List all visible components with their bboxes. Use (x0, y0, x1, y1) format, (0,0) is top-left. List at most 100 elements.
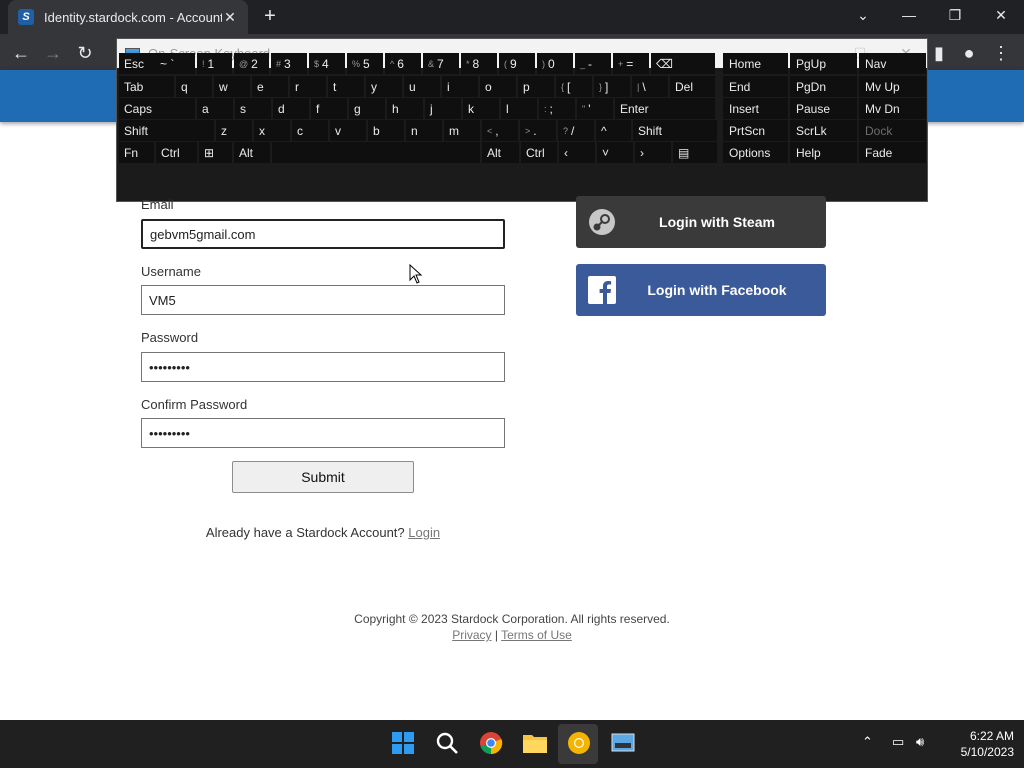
search-icon[interactable] (434, 730, 460, 756)
osk-key[interactable]: j (425, 98, 461, 119)
menu-icon[interactable]: ⋮ (990, 42, 1012, 64)
osk-nav-key[interactable]: Dock (859, 120, 926, 141)
osk-key[interactable]: ^ 6 (385, 53, 421, 74)
osk-key[interactable]: % 5 (347, 53, 383, 74)
submit-button[interactable]: Submit (232, 461, 414, 493)
osk-nav-key[interactable]: Home (723, 53, 788, 74)
restore-button[interactable]: ❐ (932, 0, 978, 30)
osk-key[interactable]: Alt (234, 142, 270, 163)
osk-key[interactable]: <, (482, 120, 518, 141)
osk-key[interactable]: f (311, 98, 347, 119)
new-tab-button[interactable]: + (259, 5, 281, 27)
osk-key[interactable]: @2 (234, 53, 269, 74)
volume-icon[interactable]: 🔊︎ (916, 734, 924, 750)
osk-key[interactable]: & 7 (423, 53, 459, 74)
osk-key[interactable]: e (252, 76, 288, 97)
osk-nav-key[interactable]: End (723, 76, 788, 97)
on-screen-keyboard-app-icon[interactable] (610, 730, 636, 756)
osk-key[interactable]: s (235, 98, 271, 119)
osk-nav-key[interactable]: PrtScn (723, 120, 788, 141)
osk-key[interactable]: k (463, 98, 499, 119)
close-window-button[interactable]: ✕ (978, 0, 1024, 30)
osk-key[interactable]: i (442, 76, 478, 97)
osk-key[interactable]: ! 1 (197, 53, 232, 74)
osk-key[interactable]: t (328, 76, 364, 97)
osk-key[interactable]: › (635, 142, 671, 163)
sidepanel-icon[interactable]: ▮ (928, 42, 950, 64)
osk-key[interactable]: | \ (632, 76, 668, 97)
osk-nav-key[interactable]: Options (723, 142, 788, 163)
login-steam-button[interactable]: Login with Steam (576, 196, 826, 248)
email-field[interactable]: gebvm5gmail.com (141, 219, 505, 249)
tab-search-chevron-icon[interactable]: ⌄ (840, 0, 886, 30)
network-icon[interactable]: ▭ (892, 734, 904, 750)
osk-key[interactable]: u (404, 76, 440, 97)
osk-key[interactable]: r (290, 76, 326, 97)
osk-nav-key[interactable]: ScrLk (790, 120, 857, 141)
osk-key[interactable]: Ctrl (521, 142, 557, 163)
osk-key[interactable]: b (368, 120, 404, 141)
osk-key[interactable]: m (444, 120, 480, 141)
osk-key[interactable]: Shift (119, 120, 214, 141)
osk-key[interactable]: n (406, 120, 442, 141)
osk-key[interactable] (272, 142, 480, 163)
osk-key[interactable]: ⌫ (651, 53, 715, 74)
osk-nav-key[interactable]: Help (790, 142, 857, 163)
osk-key[interactable]: Fn (119, 142, 154, 163)
osk-key[interactable]: * 8 (461, 53, 497, 74)
osk-key[interactable]: Tab (119, 76, 174, 97)
osk-key[interactable]: q (176, 76, 212, 97)
osk-key[interactable]: o (480, 76, 516, 97)
osk-key[interactable]: Caps (119, 98, 195, 119)
back-icon[interactable]: ← (10, 42, 32, 64)
username-field[interactable]: VM5 (141, 285, 505, 315)
osk-nav-key[interactable]: PgDn (790, 76, 857, 97)
osk-key[interactable]: ‹ (559, 142, 595, 163)
osk-key[interactable]: >. (520, 120, 556, 141)
windows-start-icon[interactable] (390, 730, 416, 756)
osk-key[interactable]: _ - (575, 53, 611, 74)
osk-key[interactable]: ⊞ (199, 142, 232, 163)
login-link[interactable]: Login (408, 525, 440, 540)
privacy-link[interactable]: Privacy (452, 628, 491, 642)
osk-key[interactable]: #3 (271, 53, 307, 74)
osk-key[interactable]: c (292, 120, 328, 141)
osk-key[interactable]: ▤ (673, 142, 717, 163)
osk-nav-key[interactable]: Mv Dn (859, 98, 926, 119)
osk-key[interactable]: + = (613, 53, 649, 74)
osk-nav-key[interactable]: Nav (859, 53, 926, 74)
password-field[interactable]: ••••••••• (141, 352, 505, 382)
osk-key[interactable]: Shift (633, 120, 717, 141)
osk-key[interactable]: x (254, 120, 290, 141)
osk-key[interactable]: g (349, 98, 385, 119)
osk-key[interactable]: z (216, 120, 252, 141)
osk-key[interactable]: a (197, 98, 233, 119)
osk-key[interactable]: :; (539, 98, 575, 119)
osk-key[interactable]: ? / (558, 120, 594, 141)
chrome-canary-icon[interactable] (566, 730, 592, 756)
osk-key[interactable]: p (518, 76, 554, 97)
terms-link[interactable]: Terms of Use (501, 628, 572, 642)
tab-close-icon[interactable]: ✕ (222, 9, 238, 26)
osk-key[interactable]: h (387, 98, 423, 119)
osk-key[interactable]: ) 0 (537, 53, 573, 74)
osk-key[interactable]: Alt (482, 142, 519, 163)
osk-key[interactable]: ~ ` (155, 53, 195, 74)
osk-key[interactable]: v (330, 120, 366, 141)
osk-nav-key[interactable]: PgUp (790, 53, 857, 74)
osk-key[interactable]: " ' (577, 98, 613, 119)
osk-key[interactable]: Del (670, 76, 715, 97)
osk-key[interactable]: Ctrl (156, 142, 197, 163)
osk-key[interactable]: Esc (119, 53, 155, 74)
tray-chevron-icon[interactable]: ⌃ (862, 734, 873, 750)
minimize-button[interactable]: — (886, 0, 932, 30)
osk-nav-key[interactable]: Mv Up (859, 76, 926, 97)
forward-icon[interactable]: → (42, 42, 64, 64)
osk-key[interactable]: ^ (596, 120, 631, 141)
confirm-password-field[interactable]: ••••••••• (141, 418, 505, 448)
osk-key[interactable]: (9 (499, 53, 535, 74)
osk-key[interactable]: }] (594, 76, 630, 97)
osk-nav-key[interactable]: Fade (859, 142, 926, 163)
profile-icon[interactable]: ● (958, 42, 980, 64)
osk-key[interactable]: ˅ (597, 142, 633, 163)
